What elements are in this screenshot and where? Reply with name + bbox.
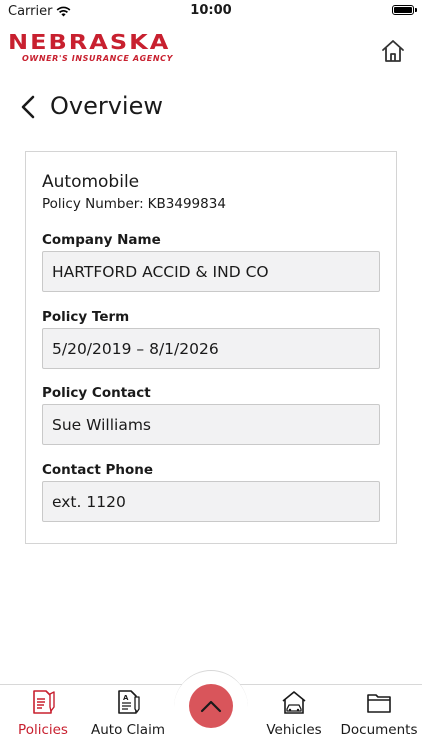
policy-card: Automobile Policy Number: KB3499834 Comp… xyxy=(25,151,397,544)
logo-subtitle: OWNER'S INSURANCE AGENCY xyxy=(22,54,174,63)
back-chevron-icon[interactable] xyxy=(20,95,36,119)
home-icon[interactable] xyxy=(380,38,406,64)
policy-contact-field: Policy Contact Sue Williams xyxy=(42,385,380,445)
tab-vehicles[interactable]: Vehicles xyxy=(262,688,326,738)
tab-label: Auto Claim xyxy=(91,722,165,738)
tab-documents[interactable]: Documents xyxy=(338,688,420,738)
documents-icon xyxy=(367,694,391,713)
contact-phone-value: ext. 1120 xyxy=(42,481,380,522)
policy-number: Policy Number: KB3499834 xyxy=(42,196,226,212)
auto-claim-icon: A xyxy=(118,690,140,714)
contact-phone-field: Contact Phone ext. 1120 xyxy=(42,462,380,522)
tab-label: Vehicles xyxy=(266,722,322,738)
brand-logo: NEBRASKA OWNER'S INSURANCE AGENCY xyxy=(8,32,212,63)
vehicles-icon xyxy=(282,691,306,714)
field-label: Policy Term xyxy=(42,309,130,325)
policies-icon xyxy=(33,690,55,714)
chevron-up-icon xyxy=(200,700,222,713)
field-label: Policy Contact xyxy=(42,385,151,401)
policy-number-value: KB3499834 xyxy=(147,196,226,212)
app-screen: Carrier 10:00 NEBRASKA OWNER'S INSURANCE… xyxy=(0,0,422,750)
policy-contact-value: Sue Williams xyxy=(42,404,380,445)
logo-title: NEBRASKA xyxy=(8,30,171,55)
policy-type: Automobile xyxy=(42,172,140,192)
expand-fab-button[interactable] xyxy=(189,684,233,728)
page-title: Overview xyxy=(50,92,163,120)
status-bar: Carrier 10:00 xyxy=(0,0,422,22)
policy-term-field: Policy Term 5/20/2019 – 8/1/2026 xyxy=(42,309,380,369)
policy-term-value: 5/20/2019 – 8/1/2026 xyxy=(42,328,380,369)
field-label: Company Name xyxy=(42,232,161,248)
company-name-field: Company Name HARTFORD ACCID & IND CO xyxy=(42,232,380,292)
tab-policies[interactable]: Policies xyxy=(12,688,74,738)
policy-number-label: Policy Number: xyxy=(42,196,144,212)
tab-auto-claim[interactable]: A Auto Claim xyxy=(90,688,166,738)
company-name-value: HARTFORD ACCID & IND CO xyxy=(42,251,380,292)
status-time: 10:00 xyxy=(190,3,232,18)
tab-label: Documents xyxy=(340,722,418,738)
svg-text:A: A xyxy=(123,694,129,702)
battery-icon xyxy=(392,5,417,15)
field-label: Contact Phone xyxy=(42,462,154,478)
tab-label: Policies xyxy=(18,722,68,738)
